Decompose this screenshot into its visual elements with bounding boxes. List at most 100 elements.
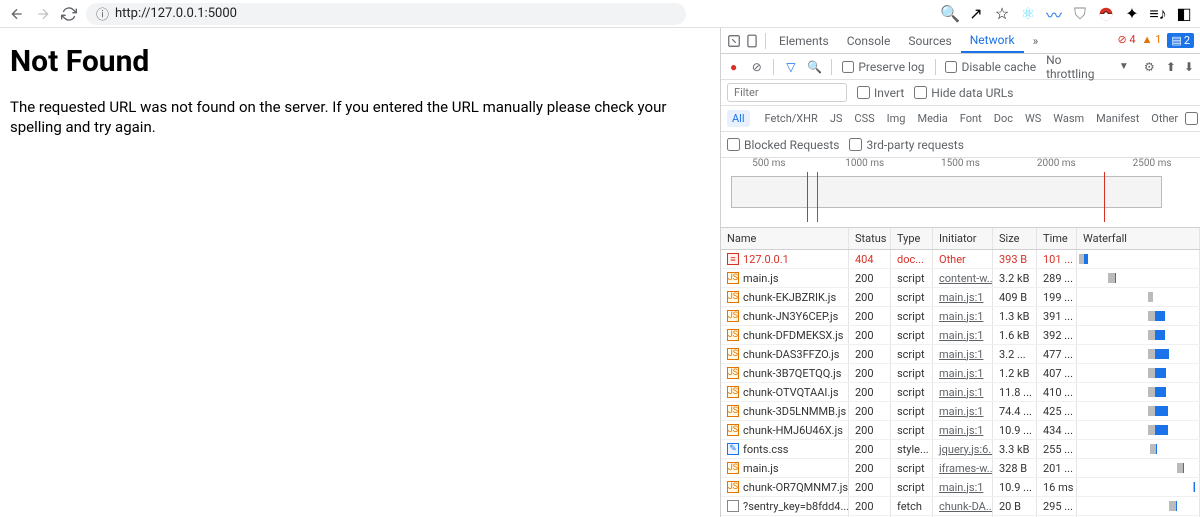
network-row[interactable]: JSchunk-DAS3FFZO.js200scriptmain.js:13.2…	[721, 345, 1200, 364]
request-initiator[interactable]: iframes-w...	[933, 459, 993, 477]
shield-icon[interactable]: ⛉	[1072, 6, 1088, 22]
extensions-icon[interactable]: ✦	[1124, 6, 1140, 22]
bookmark-icon[interactable]: ☆	[994, 6, 1010, 22]
request-initiator[interactable]: jquery.js:6...	[933, 440, 993, 458]
request-initiator[interactable]: main.js:1	[933, 288, 993, 306]
network-row[interactable]: ?sentry_key=b8fdd4...200fetchchunk-DA...…	[721, 497, 1200, 516]
warning-badge[interactable]: ▲ 1	[1142, 33, 1162, 48]
network-row[interactable]: JSchunk-DFDMEKSX.js200scriptmain.js:11.6…	[721, 326, 1200, 345]
panel-icon[interactable]: ◧	[1176, 6, 1192, 22]
preserve-log-checkbox[interactable]: Preserve log	[842, 60, 924, 74]
chevron-down-icon[interactable]: ▼	[1119, 61, 1129, 72]
type-filter-fetchxhr[interactable]: Fetch/XHR	[760, 110, 823, 127]
type-filter-other[interactable]: Other	[1146, 110, 1183, 127]
network-row[interactable]: JSchunk-EKJBZRIK.js200scriptmain.js:1409…	[721, 288, 1200, 307]
network-row[interactable]: JSchunk-JN3Y6CEP.js200scriptmain.js:11.3…	[721, 307, 1200, 326]
col-waterfall[interactable]: Waterfall	[1077, 228, 1200, 249]
reload-button[interactable]	[60, 5, 78, 23]
tab-elements[interactable]: Elements	[770, 28, 838, 53]
has-blocked-checkbox[interactable]: Has blocke	[1185, 112, 1200, 126]
request-status: 200	[849, 497, 891, 515]
timeline-overview[interactable]: 500 ms1000 ms1500 ms2000 ms2500 ms	[721, 158, 1200, 228]
request-initiator[interactable]: main.js:1	[933, 307, 993, 325]
message-badge[interactable]: ▤ 2	[1167, 33, 1194, 48]
zoom-icon[interactable]: 🔍	[942, 6, 958, 22]
request-initiator[interactable]: main.js:1	[933, 326, 993, 344]
request-initiator[interactable]: main.js:1	[933, 478, 993, 496]
tab-network[interactable]: Network	[961, 28, 1024, 53]
share-icon[interactable]: ↗	[968, 6, 984, 22]
type-filter-media[interactable]: Media	[912, 110, 952, 127]
url-text: http://127.0.0.1:5000	[115, 6, 237, 21]
record-button[interactable]: ●	[727, 60, 740, 74]
inspect-icon[interactable]	[725, 32, 743, 50]
network-conditions-icon[interactable]: ⚙	[1143, 60, 1156, 74]
request-initiator[interactable]: main.js:1	[933, 402, 993, 420]
type-filter-css[interactable]: CSS	[849, 110, 879, 127]
request-time: 16 ms	[1037, 478, 1077, 496]
network-row[interactable]: JSmain.js200scriptiframes-w...328 B201 .…	[721, 459, 1200, 478]
filter-toggle-icon[interactable]: ▽	[784, 60, 797, 74]
network-row[interactable]: JSchunk-OR7QMNM7.js200scriptmain.js:110.…	[721, 478, 1200, 497]
clear-button[interactable]: ⊘	[750, 60, 763, 74]
request-type: script	[891, 326, 933, 344]
tab-console[interactable]: Console	[838, 28, 900, 53]
network-row[interactable]: JSchunk-HMJ6U46X.js200scriptmain.js:110.…	[721, 421, 1200, 440]
throttling-select[interactable]: No throttling	[1046, 53, 1109, 81]
device-toggle-icon[interactable]	[743, 32, 761, 50]
network-row[interactable]: ✎fonts.css200style...jquery.js:6...3.3 k…	[721, 440, 1200, 459]
back-button[interactable]	[8, 5, 26, 23]
invert-checkbox[interactable]: Invert	[857, 86, 904, 100]
filter-input[interactable]	[727, 83, 847, 102]
col-initiator[interactable]: Initiator	[933, 228, 993, 249]
type-filter-all[interactable]: All	[727, 110, 750, 127]
network-row[interactable]: JSchunk-3D5LNMMB.js200scriptmain.js:174.…	[721, 402, 1200, 421]
network-row[interactable]: JSmain.js200scriptcontent-w...3.2 kB289 …	[721, 269, 1200, 288]
type-filter-ws[interactable]: WS	[1020, 110, 1046, 127]
request-time: 391 ...	[1037, 307, 1077, 325]
export-icon[interactable]: ⬇	[1184, 60, 1194, 74]
type-filter-font[interactable]: Font	[955, 110, 987, 127]
request-time: 425 ...	[1037, 402, 1077, 420]
request-type: style...	[891, 440, 933, 458]
blocked-requests-checkbox[interactable]: Blocked Requests	[727, 138, 839, 152]
disable-cache-checkbox[interactable]: Disable cache	[945, 60, 1036, 74]
request-initiator[interactable]: main.js:1	[933, 421, 993, 439]
import-icon[interactable]: ⬆	[1166, 60, 1176, 74]
type-filter-img[interactable]: Img	[882, 110, 911, 127]
type-filter-manifest[interactable]: Manifest	[1091, 110, 1144, 127]
request-name: ?sentry_key=b8fdd4...	[743, 500, 849, 513]
forward-button[interactable]	[34, 5, 52, 23]
col-size[interactable]: Size	[993, 228, 1037, 249]
info-icon[interactable]: ⓘ	[96, 4, 109, 23]
col-status[interactable]: Status	[849, 228, 891, 249]
third-party-checkbox[interactable]: 3rd-party requests	[849, 138, 963, 152]
error-badge[interactable]: ⊘ 4	[1117, 33, 1135, 48]
search-icon[interactable]: 🔍	[807, 60, 821, 74]
pokeball-icon[interactable]	[1098, 6, 1114, 22]
type-filter-wasm[interactable]: Wasm	[1048, 110, 1089, 127]
hide-data-urls-checkbox[interactable]: Hide data URLs	[914, 86, 1013, 100]
tab-overflow[interactable]: »	[1024, 28, 1048, 53]
tab-sources[interactable]: Sources	[899, 28, 960, 53]
type-filter-js[interactable]: JS	[825, 110, 848, 127]
request-initiator[interactable]: main.js:1	[933, 345, 993, 363]
wave-icon[interactable]: 〰	[1046, 6, 1062, 22]
react-devtools-icon[interactable]: ⚛	[1020, 6, 1036, 22]
col-type[interactable]: Type	[891, 228, 933, 249]
col-time[interactable]: Time	[1037, 228, 1077, 249]
request-initiator[interactable]: chunk-DA...	[933, 497, 993, 515]
network-row[interactable]: ≡127.0.0.1404doc...Other393 B101 ...	[721, 250, 1200, 269]
request-initiator[interactable]: content-w...	[933, 269, 993, 287]
request-initiator[interactable]: Other	[933, 250, 993, 268]
col-name[interactable]: Name	[721, 228, 849, 249]
network-row[interactable]: JSchunk-OTVQTAAI.js200scriptmain.js:111.…	[721, 383, 1200, 402]
type-filter-doc[interactable]: Doc	[989, 110, 1018, 127]
playlist-icon[interactable]: ≡♪	[1150, 6, 1166, 22]
request-initiator[interactable]: main.js:1	[933, 383, 993, 401]
address-bar[interactable]: ⓘ http://127.0.0.1:5000	[86, 3, 686, 25]
network-row[interactable]: JSchunk-3B7QETQQ.js200scriptmain.js:11.2…	[721, 364, 1200, 383]
request-waterfall	[1077, 402, 1200, 420]
request-initiator[interactable]: main.js:1	[933, 364, 993, 382]
file-icon: JS	[727, 348, 739, 360]
